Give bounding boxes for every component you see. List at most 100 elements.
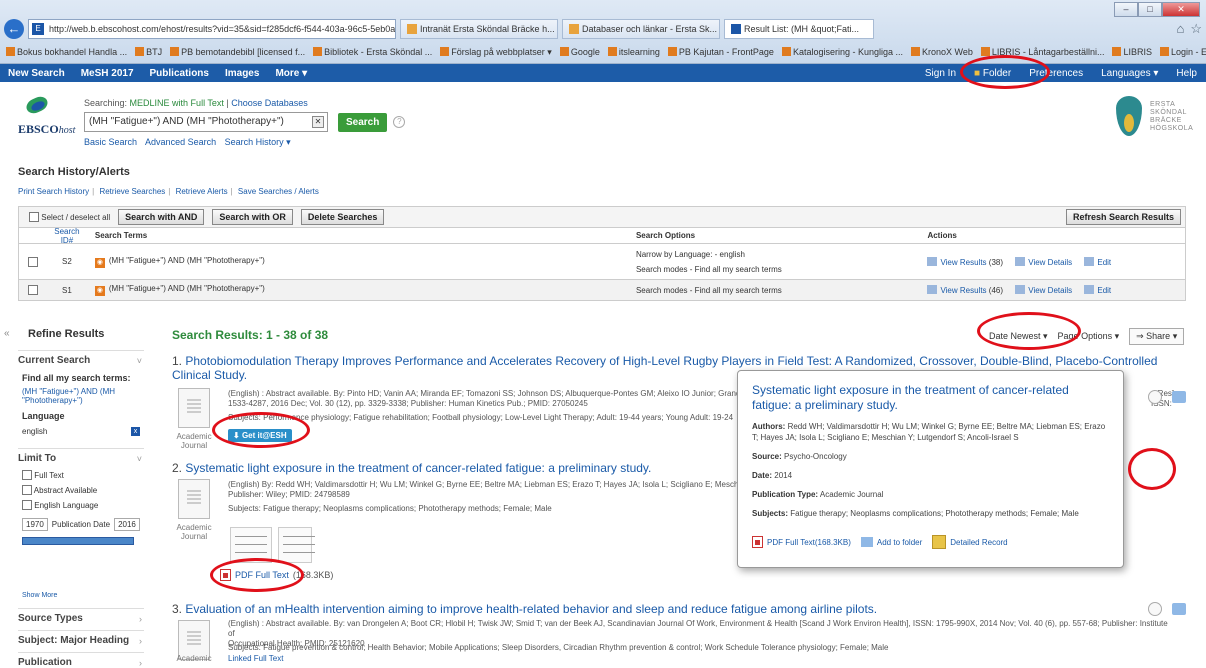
date-to-input[interactable]: 2016 xyxy=(114,518,140,531)
nav-languages[interactable]: Languages ▾ xyxy=(1092,68,1167,79)
current-search-section[interactable]: Current Search ˅ xyxy=(18,350,144,366)
preview-magnifier-icon[interactable] xyxy=(1148,390,1162,404)
retrieve-searches-link[interactable]: Retrieve Searches xyxy=(99,187,165,196)
result-title-link[interactable]: 3. Evaluation of an mHealth intervention… xyxy=(172,602,1172,616)
view-details-link[interactable]: View Details xyxy=(1015,256,1072,267)
browser-tab-result-list[interactable]: Result List: (MH &quot;Fati... xyxy=(724,19,874,39)
favorite-item[interactable]: Bibliotek - Ersta Sköndal ... xyxy=(313,47,432,57)
view-results-link[interactable]: View Results (38) xyxy=(927,256,1003,267)
source-types-section[interactable]: Source Types › xyxy=(18,608,144,624)
browser-tab-intranet[interactable]: Intranät Ersta Sköndal Bräcke h... xyxy=(400,19,558,39)
collapse-sidebar-icon[interactable]: « xyxy=(4,328,10,339)
close-window-button[interactable]: ✕ xyxy=(1162,2,1200,17)
preview-magnifier-icon[interactable] xyxy=(1148,602,1162,616)
figure-thumbnail[interactable] xyxy=(278,527,315,563)
edit-link[interactable]: Edit xyxy=(1084,256,1111,267)
subject-major-section[interactable]: Subject: Major Heading › xyxy=(18,630,144,646)
date-slider[interactable] xyxy=(22,537,134,545)
share-button[interactable]: ⇒ Share ▾ xyxy=(1129,328,1185,345)
remove-facet-icon[interactable]: x xyxy=(131,427,140,436)
ebsco-logo[interactable]: EBSCOhost xyxy=(18,96,75,137)
sort-dropdown[interactable]: Date Newest ▾ xyxy=(989,331,1048,342)
document-thumbnail-icon[interactable] xyxy=(178,388,210,428)
nav-new-search[interactable]: New Search xyxy=(0,68,73,79)
favorite-item[interactable]: LIBRIS xyxy=(1112,47,1152,57)
page-options-dropdown[interactable]: Page Options ▾ xyxy=(1058,331,1120,342)
search-with-and-button[interactable]: Search with AND xyxy=(118,209,205,225)
limit-abstract[interactable]: Abstract Available xyxy=(22,485,140,495)
get-it-button[interactable]: ⬇ Get it@ESH xyxy=(228,429,292,442)
nav-publications[interactable]: Publications xyxy=(142,68,217,79)
save-searches-link[interactable]: Save Searches / Alerts xyxy=(238,187,319,196)
advanced-search-link[interactable]: Advanced Search xyxy=(145,137,216,147)
search-button[interactable]: Search xyxy=(338,112,388,132)
popup-add-folder-link[interactable]: Add to folder xyxy=(860,537,922,547)
favorite-item[interactable]: LIBRIS - Låntagarbeställni... xyxy=(980,47,1104,57)
search-history-link[interactable]: Search History ▾ xyxy=(225,137,291,147)
favorite-item[interactable]: Google xyxy=(559,47,600,57)
favorite-item[interactable]: Katalogisering - Kungliga ... xyxy=(781,47,903,57)
rss-icon[interactable]: ◉ xyxy=(94,286,105,296)
minimize-button[interactable]: – xyxy=(1114,2,1138,17)
checkbox[interactable] xyxy=(22,500,32,510)
row-checkbox[interactable] xyxy=(27,285,38,295)
maximize-button[interactable]: □ xyxy=(1138,2,1162,17)
limit-to-section[interactable]: Limit To ˅ xyxy=(18,448,144,464)
checkbox[interactable] xyxy=(22,470,32,480)
add-to-folder-icon[interactable] xyxy=(1172,391,1186,403)
popup-pdf-link[interactable]: PDF Full Text(168.3KB) xyxy=(752,536,851,548)
date-from-input[interactable]: 1970 xyxy=(22,518,48,531)
popup-title-link[interactable]: Systematic light exposure in the treatme… xyxy=(752,383,1109,413)
header-search-id[interactable]: Search ID# xyxy=(47,227,87,245)
show-more-link[interactable]: Show More xyxy=(22,592,57,599)
favorite-item[interactable]: Förslag på webbplatser ▾ xyxy=(440,46,552,58)
refresh-results-button[interactable]: Refresh Search Results xyxy=(1065,209,1181,225)
view-details-link[interactable]: View Details xyxy=(1015,285,1072,295)
search-input[interactable]: (MH "Fatigue+") AND (MH "Phototherapy+") xyxy=(84,112,328,132)
select-all[interactable]: Select / deselect all xyxy=(29,212,110,222)
row-checkbox[interactable] xyxy=(27,256,38,267)
add-to-folder-icon[interactable] xyxy=(1172,603,1186,615)
nav-more[interactable]: More ▾ xyxy=(267,68,315,79)
help-icon[interactable]: ? xyxy=(393,116,406,128)
delete-searches-button[interactable]: Delete Searches xyxy=(300,209,385,225)
favorite-item[interactable]: PB bemotandebibl [licensed f... xyxy=(170,47,305,57)
nav-preferences[interactable]: Preferences xyxy=(1020,68,1092,79)
nav-images[interactable]: Images xyxy=(217,68,267,79)
home-icon[interactable]: ⌂ xyxy=(1176,21,1184,37)
checkbox[interactable] xyxy=(22,485,32,495)
favorite-item[interactable]: Bokus bokhandel Handla ... xyxy=(6,47,127,57)
linked-full-text-link[interactable]: Linked Full Text xyxy=(228,654,283,663)
figure-thumbnail[interactable] xyxy=(230,527,272,563)
nav-folder[interactable]: ■ Folder xyxy=(965,68,1020,79)
browser-tab-databaser[interactable]: Databaser och länkar - Ersta Sk... xyxy=(562,19,720,39)
favorite-item[interactable]: Login - Ersta Sköndal Hög... xyxy=(1159,47,1206,57)
nav-help[interactable]: Help xyxy=(1167,68,1206,79)
choose-databases-link[interactable]: Choose Databases xyxy=(231,98,308,108)
current-query-link[interactable]: (MH "Fatigue+") AND (MH "Phototherapy+") xyxy=(22,387,115,405)
print-history-link[interactable]: Print Search History xyxy=(18,187,89,196)
favorite-item[interactable]: PB Kajutan - FrontPage xyxy=(667,47,774,57)
publication-section[interactable]: Publication › xyxy=(18,652,144,668)
view-results-link[interactable]: View Results (46) xyxy=(927,285,1003,295)
tab-favicon xyxy=(407,24,417,34)
limit-english[interactable]: English Language xyxy=(22,500,140,510)
select-all-checkbox[interactable] xyxy=(29,212,39,222)
favorite-item[interactable]: KronoX Web xyxy=(911,47,973,57)
nav-sign-in[interactable]: Sign In xyxy=(916,68,965,79)
favorite-item[interactable]: BTJ xyxy=(135,47,162,57)
back-button[interactable]: ← xyxy=(4,19,24,39)
document-thumbnail-icon[interactable] xyxy=(178,479,210,519)
search-with-or-button[interactable]: Search with OR xyxy=(212,209,293,225)
nav-mesh[interactable]: MeSH 2017 xyxy=(73,68,142,79)
limit-full-text[interactable]: Full Text xyxy=(22,470,140,480)
edit-link[interactable]: Edit xyxy=(1084,285,1111,295)
retrieve-alerts-link[interactable]: Retrieve Alerts xyxy=(176,187,228,196)
popup-detailed-record-link[interactable]: Detailed Record xyxy=(932,535,1008,549)
pdf-full-text-link[interactable]: PDF Full Text (168.3KB) xyxy=(220,569,333,581)
favorites-star-icon[interactable]: ☆ xyxy=(1190,21,1202,37)
rss-icon[interactable]: ◉ xyxy=(94,257,105,268)
address-bar[interactable]: Ehttp://web.b.ebscohost.com/ehost/result… xyxy=(28,19,396,39)
favorite-item[interactable]: itslearning xyxy=(607,47,660,57)
basic-search-link[interactable]: Basic Search xyxy=(84,137,137,147)
